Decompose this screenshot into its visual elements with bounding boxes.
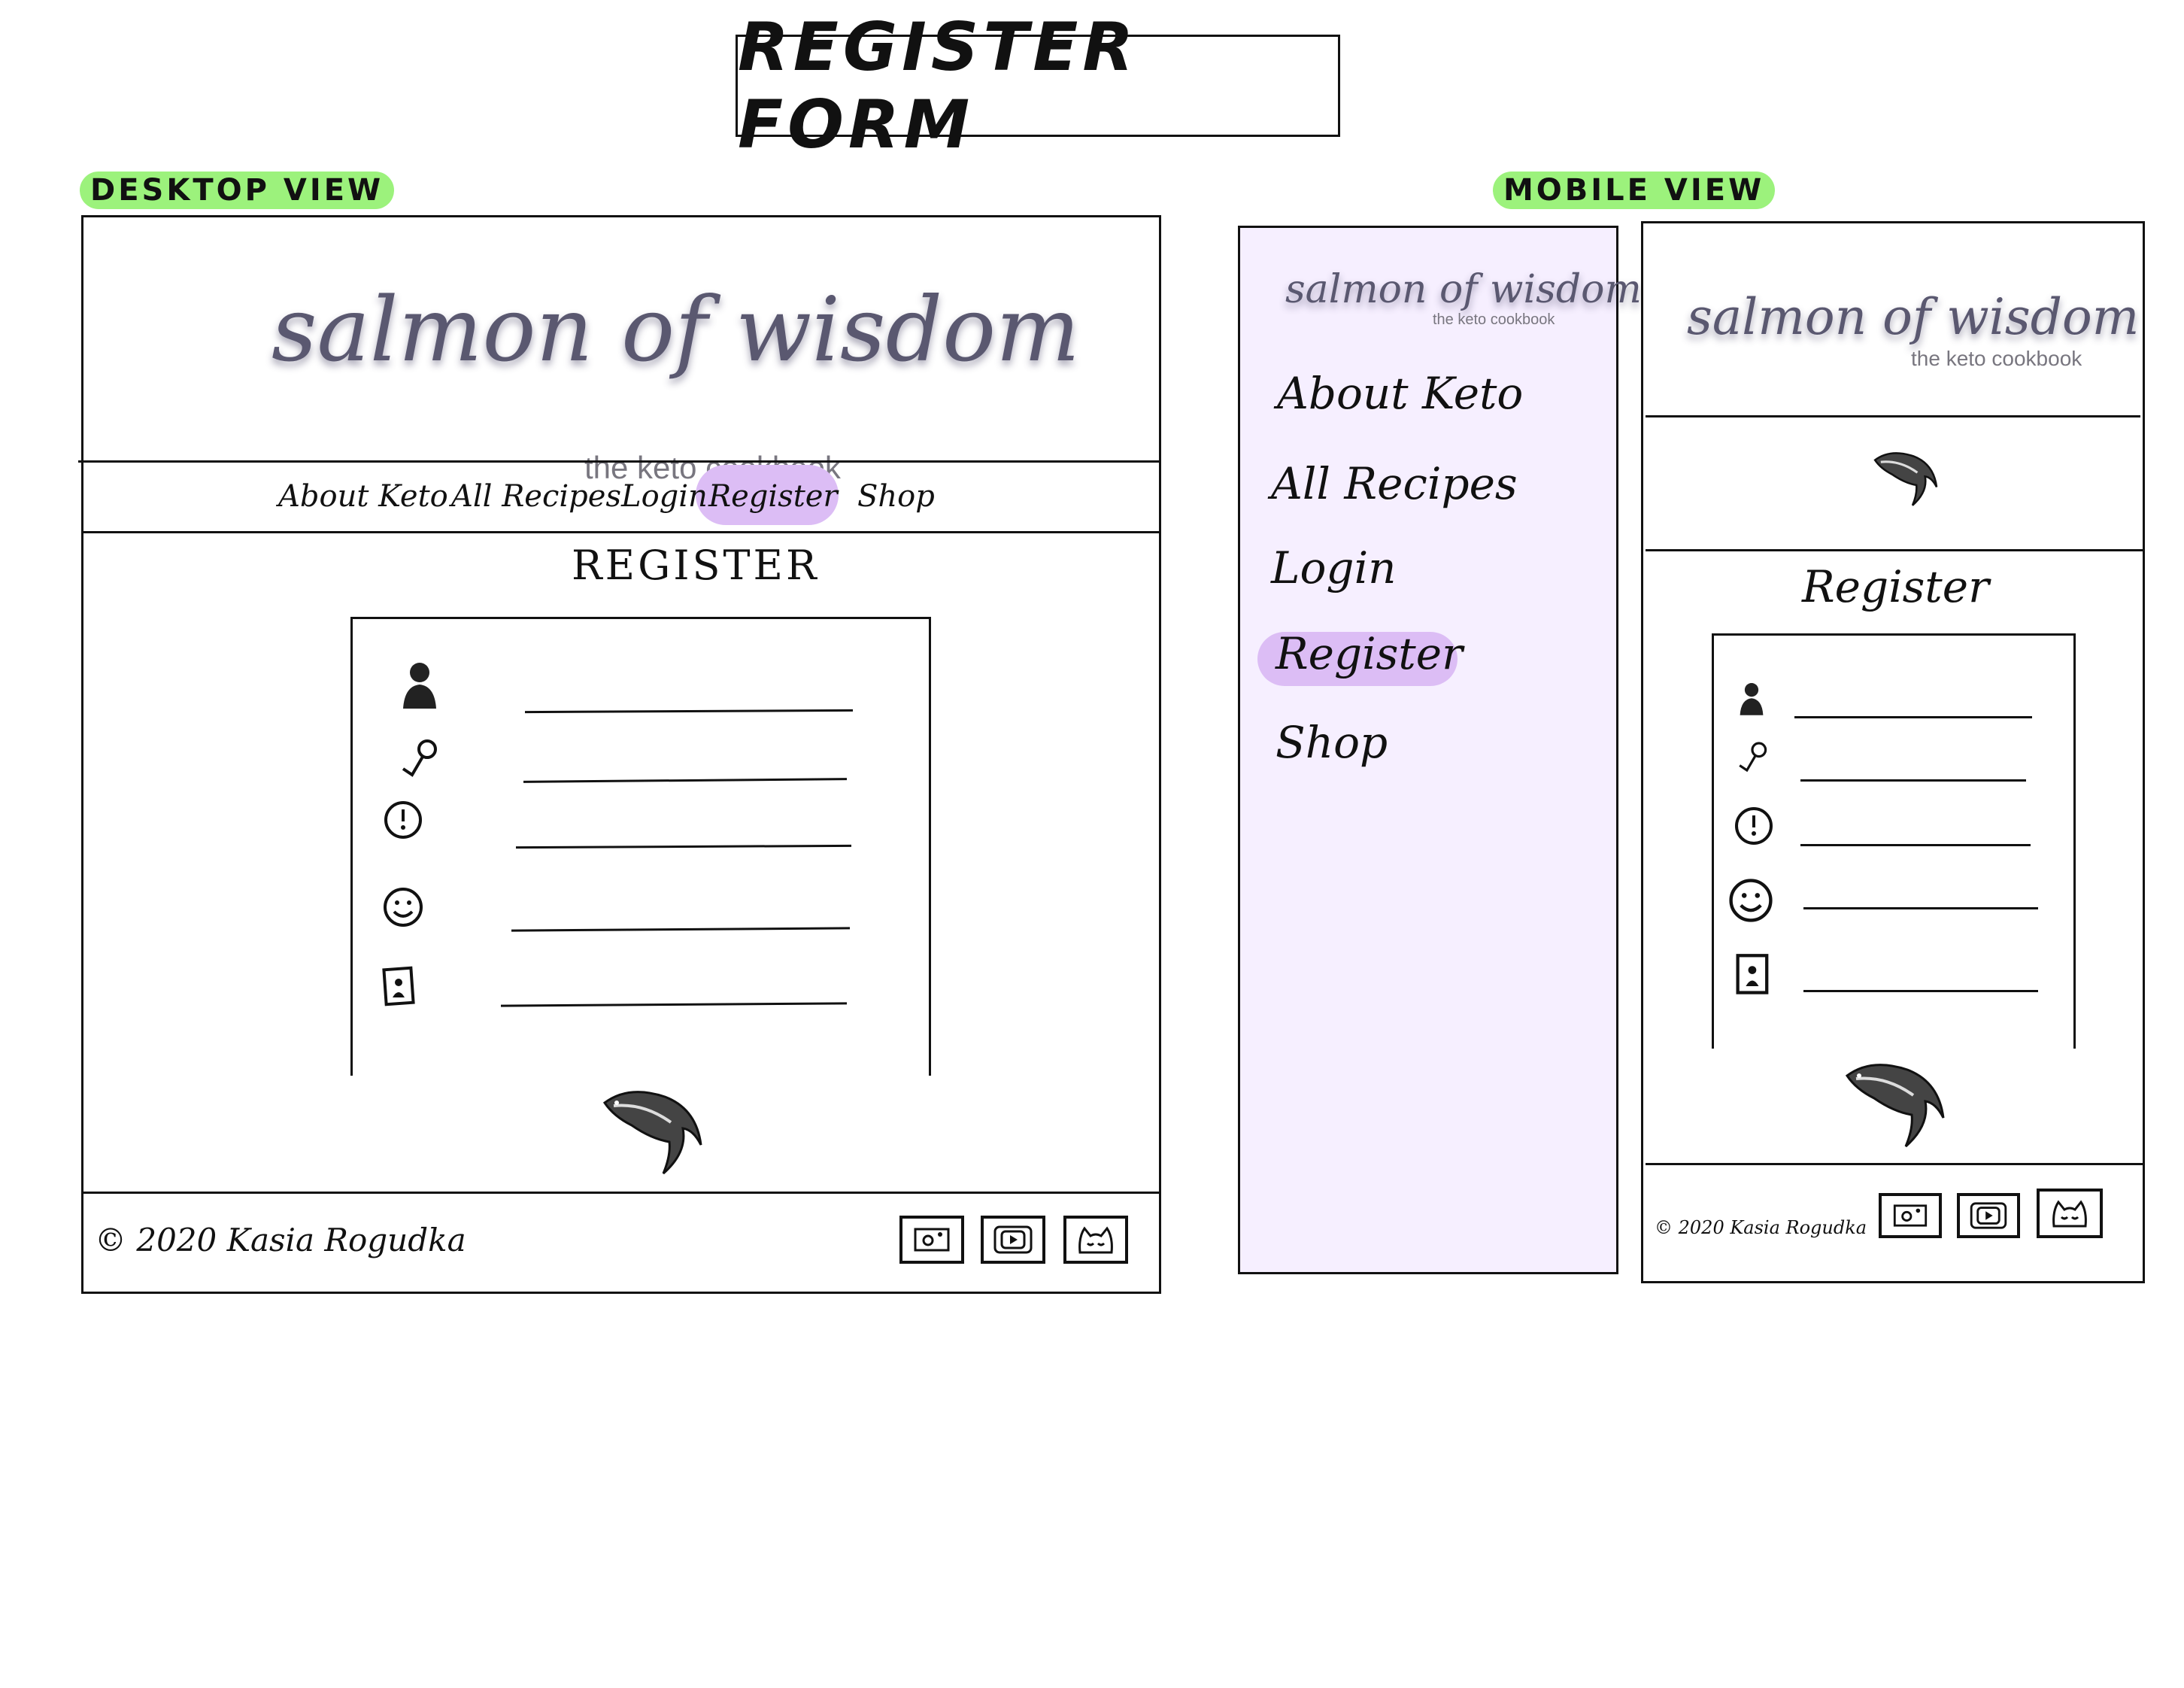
nav-shop[interactable]: Shop: [857, 481, 935, 512]
id-card-icon: [382, 966, 415, 1006]
nav-about-keto[interactable]: About Keto: [278, 481, 448, 512]
mobile-salmon-icon: [1845, 1064, 1945, 1148]
mobile-key-icon: [1739, 742, 1767, 773]
menu-about-keto[interactable]: About Keto: [1277, 372, 1523, 415]
salmon-icon: [602, 1091, 702, 1175]
desktop-copyright: © 2020 Kasia Rogudka: [95, 1222, 466, 1258]
mobile-confirm-password-field[interactable]: [1800, 844, 2031, 846]
mobile-video-icon[interactable]: [1957, 1193, 2020, 1238]
logo-title: salmon of wisdom: [271, 278, 1081, 381]
desktop-header-divider: [78, 460, 1161, 463]
menu-register[interactable]: Register: [1276, 632, 1463, 676]
menu-all-recipes[interactable]: All Recipes: [1271, 462, 1518, 505]
mobile-menu-logo[interactable]: salmon of wisdom the keto cookbook: [1285, 270, 1642, 330]
mobile-password-field[interactable]: [1800, 779, 2026, 782]
cat-icon[interactable]: [1063, 1216, 1128, 1264]
mobile-user-icon: [1740, 683, 1764, 715]
mobile-cat-icon[interactable]: [2037, 1189, 2103, 1238]
alert-icon: [384, 801, 422, 839]
mobile-username-field[interactable]: [1794, 716, 2032, 718]
mobile-camera-icon[interactable]: [1879, 1193, 1942, 1238]
menu-logo-tagline: the keto cookbook: [1433, 311, 1555, 328]
mobile-register-heading: Register: [1802, 561, 1989, 612]
mobile-logo-title: salmon of wisdom: [1687, 288, 2140, 346]
camera-icon[interactable]: [899, 1216, 964, 1264]
mobile-smiley-icon: [1729, 879, 1773, 922]
register-heading: REGISTER: [572, 542, 820, 589]
mobile-nav-divider: [1646, 549, 2145, 551]
mobile-name-field[interactable]: [1803, 907, 2038, 909]
smiley-icon: [384, 888, 423, 927]
nav-all-recipes[interactable]: All Recipes: [451, 481, 621, 512]
desktop-logo[interactable]: salmon of wisdom the keto cookbook: [271, 285, 1080, 484]
user-icon: [403, 663, 436, 709]
menu-shop[interactable]: Shop: [1276, 721, 1388, 764]
mobile-id-card-icon: [1736, 954, 1769, 994]
mobile-view-label: MOBILE VIEW: [1493, 172, 1776, 209]
nav-login[interactable]: Login: [621, 481, 708, 512]
desktop-view-label: DESKTOP VIEW: [80, 172, 395, 209]
menu-logo-title: salmon of wisdom: [1285, 267, 1642, 312]
desktop-footer-divider: [81, 1192, 1161, 1194]
mobile-footer-divider: [1646, 1163, 2145, 1165]
mobile-copyright: © 2020 Kasia Rogudka: [1655, 1217, 1867, 1238]
menu-login[interactable]: Login: [1271, 546, 1396, 590]
video-icon[interactable]: [981, 1216, 1045, 1264]
mobile-alert-icon: [1735, 807, 1773, 845]
mobile-header-divider: [1646, 415, 2140, 417]
page-title: REGISTER FORM: [736, 8, 1340, 163]
menu-toggle-salmon-icon[interactable]: [1871, 445, 1943, 509]
nav-register[interactable]: Register: [708, 481, 838, 512]
desktop-nav-divider: [81, 531, 1161, 533]
mobile-logo-tagline: the keto cookbook: [1911, 347, 2082, 370]
mobile-logo[interactable]: salmon of wisdom the keto cookbook: [1687, 293, 2139, 375]
mobile-email-field[interactable]: [1803, 990, 2038, 992]
key-icon: [402, 739, 437, 777]
